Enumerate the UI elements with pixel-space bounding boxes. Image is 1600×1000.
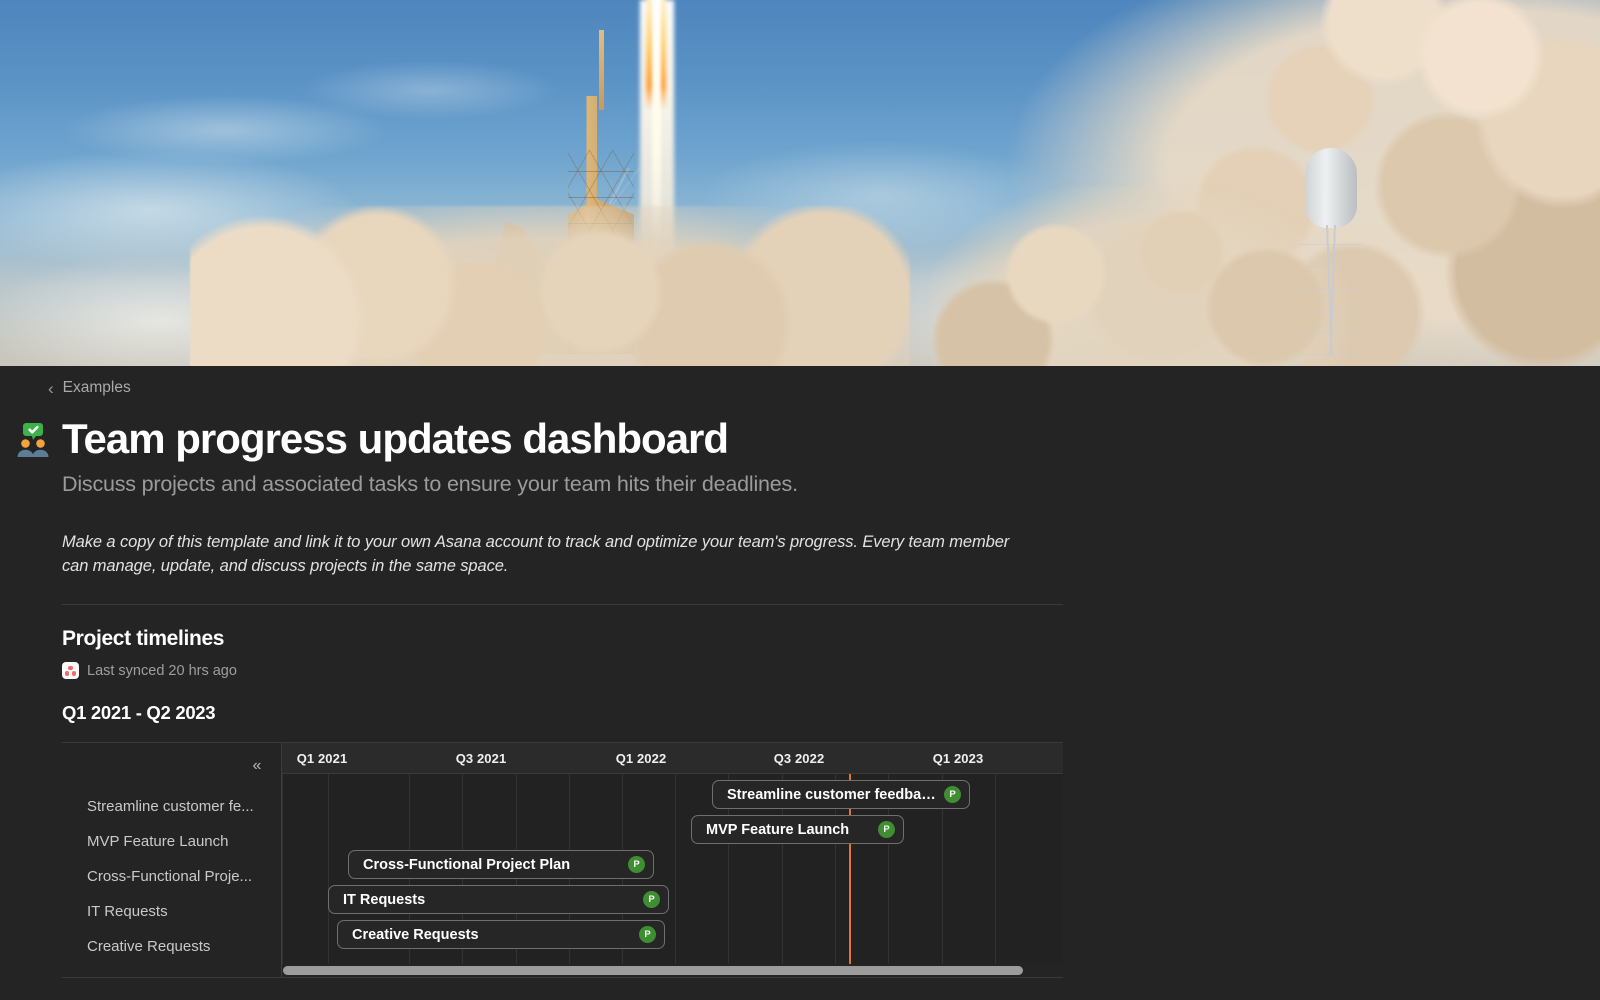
gantt-timeline-panel: Q1 2021 Q3 2021 Q1 2022 Q3 2022 Q1 2023 Stre… [282, 743, 1063, 977]
chevron-left-icon: ‹ [48, 380, 54, 397]
gantt-quarter-label: Q1 2023 [933, 751, 984, 766]
breadcrumb[interactable]: ‹ Examples [48, 366, 131, 397]
gantt-quarter-header: Q1 2021 Q3 2021 Q1 2022 Q3 2022 Q1 2023 [282, 743, 1063, 774]
gantt-gridline [995, 774, 996, 964]
avatar[interactable]: P [639, 926, 656, 943]
gantt-bar[interactable]: Cross-Functional Project Plan P [348, 850, 654, 879]
avatar[interactable]: P [944, 786, 961, 803]
gantt-gridline [282, 774, 283, 964]
page-content: ‹ Examples Team progress updates dashboa… [0, 366, 1600, 978]
gantt-bars-area: Streamline customer feedback...PMVP Feat… [282, 774, 1063, 964]
gantt-bar[interactable]: Streamline customer feedback... P [712, 780, 970, 809]
horizontal-scrollbar[interactable] [283, 966, 1023, 975]
avatar[interactable]: P [878, 821, 895, 838]
gantt-chart: « Streamline customer fe...MVP Feature L… [62, 742, 1063, 978]
section-divider [62, 604, 1063, 605]
timeline-range-title: Q1 2021 - Q2 2023 [62, 702, 1600, 724]
people-with-check-emoji [14, 419, 54, 459]
cloud [300, 60, 560, 120]
breadcrumb-label: Examples [63, 379, 131, 397]
gantt-bar-label: MVP Feature Launch [706, 822, 870, 838]
sync-status-label: Last synced 20 hrs ago [87, 663, 237, 679]
gantt-bar-label: Cross-Functional Project Plan [363, 857, 620, 873]
gantt-quarter-label: Q3 2022 [774, 751, 825, 766]
gantt-bar-label: Creative Requests [352, 927, 631, 943]
gantt-row-label[interactable]: Streamline customer fe... [62, 789, 281, 824]
page-title-row: Team progress updates dashboard [14, 416, 1600, 462]
gantt-bar-label: IT Requests [343, 892, 635, 908]
water-tower [1305, 148, 1357, 228]
exhaust-plume [930, 186, 1350, 366]
gantt-bar[interactable]: MVP Feature Launch P [691, 815, 904, 844]
avatar[interactable]: P [628, 856, 645, 873]
water-tower-legs [1300, 225, 1362, 355]
chevron-double-left-icon[interactable]: « [245, 755, 269, 777]
gantt-quarter-label: Q1 2022 [616, 751, 667, 766]
gantt-bar-label: Streamline customer feedback... [727, 787, 936, 803]
page-subtitle: Discuss projects and associated tasks to… [62, 472, 1600, 497]
section-title: Project timelines [62, 627, 1600, 651]
gantt-row-label[interactable]: IT Requests [62, 894, 281, 929]
gantt-row-label[interactable]: MVP Feature Launch [62, 824, 281, 859]
horizontal-scrollbar-track[interactable] [282, 964, 1063, 977]
gantt-row-label[interactable]: Cross-Functional Proje... [62, 859, 281, 894]
lightning-mast [599, 30, 604, 110]
avatar[interactable]: P [643, 891, 660, 908]
gantt-bar[interactable]: IT Requests P [328, 885, 669, 914]
page-intro-text: Make a copy of this template and link it… [62, 530, 1034, 578]
cover-photo [0, 0, 1600, 366]
gantt-quarter-label: Q1 2021 [297, 751, 348, 766]
ground-smoke [190, 206, 910, 366]
gantt-row-label[interactable]: Creative Requests [62, 929, 281, 964]
page-body: ‹ Examples Team progress updates dashboa… [0, 366, 1600, 1000]
gantt-gridline [675, 774, 676, 964]
sync-status-row: Last synced 20 hrs ago [62, 662, 1600, 679]
page-title: Team progress updates dashboard [62, 416, 728, 462]
asana-logo-icon [62, 662, 79, 679]
gantt-quarter-label: Q3 2021 [456, 751, 507, 766]
gantt-bar[interactable]: Creative Requests P [337, 920, 665, 949]
gantt-row-label-panel: « Streamline customer fe...MVP Feature L… [62, 743, 282, 977]
gantt-gridline [328, 774, 329, 964]
